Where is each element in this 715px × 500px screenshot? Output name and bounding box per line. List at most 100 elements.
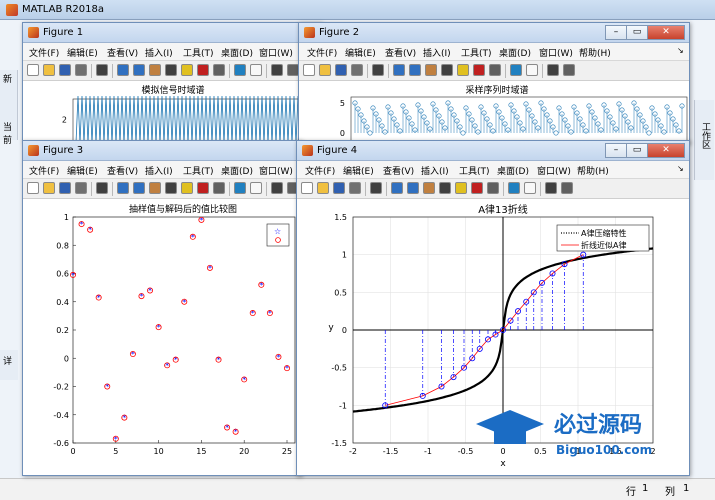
data-cursor-icon[interactable] [181,64,193,76]
pan-icon[interactable] [149,182,161,194]
side-tab-detail[interactable]: 详 [3,354,12,367]
new-file-icon[interactable] [27,182,39,194]
save-icon[interactable] [335,64,347,76]
menu-file[interactable]: 文件(F) [307,46,337,59]
zoom-out-icon[interactable] [407,182,419,194]
hide-plot-tools-icon[interactable] [271,182,283,194]
save-icon[interactable] [59,64,71,76]
save-icon[interactable] [59,182,71,194]
show-plot-tools-icon[interactable] [563,64,575,76]
brush-icon[interactable] [197,64,209,76]
menu-file[interactable]: 文件(F) [29,164,59,177]
menu-view[interactable]: 查看(V) [107,46,138,59]
menu-tools[interactable]: 工具(T) [461,46,492,59]
link-icon[interactable] [487,182,499,194]
link-icon[interactable] [213,182,225,194]
insert-colorbar-icon[interactable] [234,64,246,76]
pan-icon[interactable] [423,182,435,194]
link-icon[interactable] [213,64,225,76]
pointer-icon[interactable] [96,182,108,194]
minimize-icon[interactable]: – [605,25,627,40]
menu-desktop[interactable]: 桌面(D) [497,164,529,177]
figure-2-window[interactable]: Figure 2 – ▭ ✕ 文件(F) 编辑(E) 查看(V) 插入(I) 工… [298,22,690,144]
insert-legend-icon[interactable] [250,64,262,76]
zoom-out-icon[interactable] [409,64,421,76]
rotate-icon[interactable] [165,182,177,194]
open-folder-icon[interactable] [317,182,329,194]
matlab-title-bar[interactable]: MATLAB R2018a [0,0,715,20]
print-icon[interactable] [75,64,87,76]
menu-insert[interactable]: 插入(I) [423,46,451,59]
menu-window[interactable]: 窗口(W) [259,46,293,59]
zoom-in-icon[interactable] [391,182,403,194]
zoom-in-icon[interactable] [117,182,129,194]
rotate-icon[interactable] [441,64,453,76]
data-cursor-icon[interactable] [455,182,467,194]
side-tab-current[interactable]: 当前 [3,120,17,146]
insert-colorbar-icon[interactable] [510,64,522,76]
new-file-icon[interactable] [301,182,313,194]
print-icon[interactable] [75,182,87,194]
menu-file[interactable]: 文件(F) [305,164,335,177]
figure-4-title-bar[interactable]: Figure 4 – ▭ ✕ [297,141,689,161]
menu-window[interactable]: 窗口(W) [537,164,571,177]
menu-window[interactable]: 窗口(W) [259,164,293,177]
pointer-icon[interactable] [370,182,382,194]
open-folder-icon[interactable] [43,182,55,194]
zoom-in-icon[interactable] [117,64,129,76]
data-cursor-icon[interactable] [457,64,469,76]
menu-view[interactable]: 查看(V) [107,164,138,177]
menu-help[interactable]: 帮助(H) [579,46,611,59]
show-plot-tools-icon[interactable] [561,182,573,194]
menu-edit[interactable]: 编辑(E) [67,164,98,177]
insert-colorbar-icon[interactable] [508,182,520,194]
pointer-icon[interactable] [372,64,384,76]
menu-view[interactable]: 查看(V) [383,164,414,177]
rotate-icon[interactable] [439,182,451,194]
menu-insert[interactable]: 插入(I) [145,46,173,59]
insert-colorbar-icon[interactable] [234,182,246,194]
link-icon[interactable] [489,64,501,76]
menu-edit[interactable]: 编辑(E) [343,164,374,177]
new-file-icon[interactable] [27,64,39,76]
pointer-icon[interactable] [96,64,108,76]
maximize-icon[interactable]: ▭ [626,25,648,40]
rotate-icon[interactable] [165,64,177,76]
insert-legend-icon[interactable] [250,182,262,194]
menu-tools[interactable]: 工具(T) [459,164,490,177]
menu-desktop[interactable]: 桌面(D) [221,46,253,59]
minimize-icon[interactable]: – [605,143,627,158]
pan-icon[interactable] [149,64,161,76]
menu-insert[interactable]: 插入(I) [421,164,449,177]
data-cursor-icon[interactable] [181,182,193,194]
brush-icon[interactable] [473,64,485,76]
figure-1-title-bar[interactable]: Figure 1 [23,23,321,43]
menu-insert[interactable]: 插入(I) [145,164,173,177]
open-folder-icon[interactable] [319,64,331,76]
menu-dock-arrow-icon[interactable]: ↘ [677,164,684,173]
menu-edit[interactable]: 编辑(E) [67,46,98,59]
new-file-icon[interactable] [303,64,315,76]
maximize-icon[interactable]: ▭ [626,143,648,158]
figure-3-title-bar[interactable]: Figure 3 [23,141,301,161]
print-icon[interactable] [349,182,361,194]
pan-icon[interactable] [425,64,437,76]
open-folder-icon[interactable] [43,64,55,76]
zoom-out-icon[interactable] [133,182,145,194]
insert-legend-icon[interactable] [526,64,538,76]
zoom-out-icon[interactable] [133,64,145,76]
menu-edit[interactable]: 编辑(E) [345,46,376,59]
hide-plot-tools-icon[interactable] [547,64,559,76]
zoom-in-icon[interactable] [393,64,405,76]
close-icon[interactable]: ✕ [647,25,685,40]
menu-help[interactable]: 帮助(H) [577,164,609,177]
figure-2-title-bar[interactable]: Figure 2 – ▭ ✕ [299,23,689,43]
menu-desktop[interactable]: 桌面(D) [499,46,531,59]
hide-plot-tools-icon[interactable] [545,182,557,194]
brush-icon[interactable] [471,182,483,194]
side-tab-new[interactable]: 新 [3,72,12,85]
close-icon[interactable]: ✕ [647,143,685,158]
print-icon[interactable] [351,64,363,76]
figure-1-window[interactable]: Figure 1 文件(F) 编辑(E) 查看(V) 插入(I) 工具(T) 桌… [22,22,322,142]
menu-desktop[interactable]: 桌面(D) [221,164,253,177]
